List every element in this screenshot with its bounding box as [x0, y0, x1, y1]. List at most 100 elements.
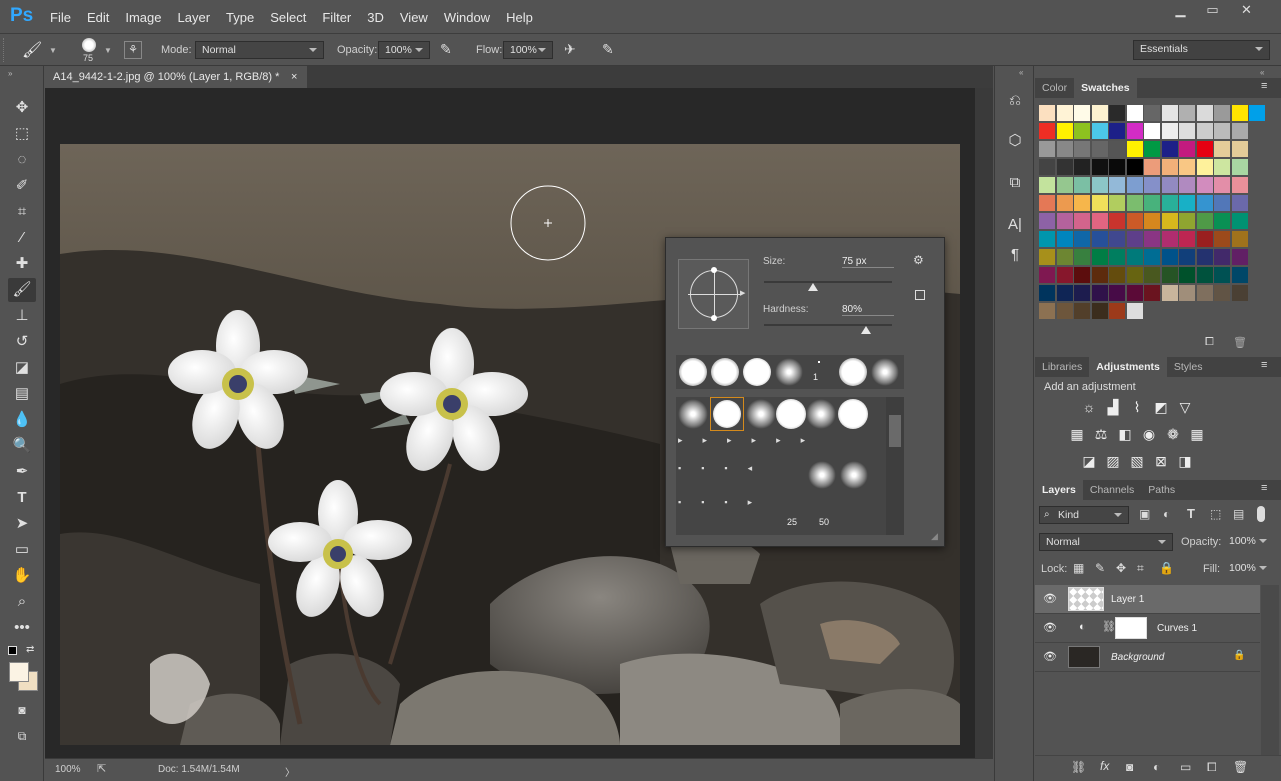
swatch[interactable] — [1109, 213, 1125, 229]
lock-all-icon[interactable]: 🔒 — [1159, 561, 1174, 575]
photo-filter-icon[interactable]: ◉ — [1140, 425, 1158, 443]
panel-menu-icon[interactable]: ≡ — [1261, 482, 1267, 494]
eyedropper-tool-icon[interactable]: ⁄ — [8, 226, 36, 250]
curves-icon[interactable]: ⌇ — [1128, 398, 1146, 416]
swatch[interactable] — [1126, 303, 1143, 319]
swatch[interactable] — [1126, 105, 1143, 121]
menu-filter[interactable]: Filter — [314, 10, 359, 25]
zoom-level[interactable]: 100% — [55, 764, 81, 775]
swatch[interactable] — [1109, 123, 1125, 139]
brush-preview-icon[interactable] — [82, 38, 96, 52]
swatch[interactable] — [1091, 285, 1108, 301]
chevron-down-icon[interactable]: ▼ — [104, 46, 112, 55]
menu-edit[interactable]: Edit — [79, 10, 117, 25]
swatch[interactable] — [1074, 159, 1090, 175]
swatch[interactable] — [1161, 105, 1178, 121]
new-swatch-icon[interactable]: ⧠ — [1205, 336, 1214, 349]
swatch[interactable] — [1056, 249, 1073, 265]
swatch[interactable] — [1109, 231, 1125, 247]
filter-kind-select[interactable]: ⌕ Kind — [1039, 506, 1129, 524]
menu-window[interactable]: Window — [436, 10, 498, 25]
swatch[interactable] — [1231, 249, 1248, 265]
swatch[interactable] — [1091, 105, 1108, 121]
swatch[interactable] — [1144, 285, 1160, 301]
swatch[interactable] — [1074, 195, 1090, 211]
tab-color[interactable]: Color — [1035, 78, 1074, 98]
swatch[interactable] — [1144, 267, 1160, 283]
hardness-value[interactable]: 80% — [842, 304, 894, 316]
eraser-tool-icon[interactable]: ◪ — [8, 356, 36, 380]
swatch[interactable] — [1249, 105, 1265, 121]
swatch[interactable] — [1074, 285, 1090, 301]
swatch[interactable] — [1196, 177, 1213, 193]
menu-type[interactable]: Type — [218, 10, 262, 25]
swatch[interactable] — [1214, 285, 1230, 301]
swatch[interactable] — [1056, 231, 1073, 247]
swatch[interactable] — [1231, 105, 1248, 121]
add-mask-icon[interactable]: ◙ — [1126, 760, 1133, 774]
swatch[interactable] — [1231, 213, 1248, 229]
swatch[interactable] — [1161, 177, 1178, 193]
workspace-select[interactable]: Essentials — [1133, 40, 1270, 60]
brush-tip[interactable] — [808, 461, 836, 489]
blur-tool-icon[interactable]: 💧 — [8, 408, 36, 432]
swatch[interactable] — [1214, 249, 1230, 265]
brush-panel-toggle-icon[interactable]: ⚘ — [124, 41, 142, 59]
status-menu-arrow-icon[interactable]: 〉 — [285, 764, 295, 779]
swatch[interactable] — [1039, 141, 1055, 157]
paragraph-panel-icon[interactable]: ¶ — [1001, 242, 1029, 268]
filter-type-icon[interactable]: T — [1187, 506, 1195, 521]
swatch[interactable] — [1091, 231, 1108, 247]
swatch[interactable] — [1144, 141, 1160, 157]
swatch[interactable] — [1109, 141, 1125, 157]
brush-angle-preview[interactable] — [678, 259, 749, 329]
brush-tip[interactable]: ▪▪▪◂ — [678, 463, 798, 485]
swatch[interactable] — [1109, 177, 1125, 193]
swatch[interactable] — [1126, 123, 1143, 139]
layer-mask-thumbnail[interactable] — [1115, 617, 1147, 639]
trash-icon[interactable]: 🗑 — [1233, 760, 1248, 774]
swatch[interactable] — [1126, 249, 1143, 265]
color-lookup-icon[interactable]: ▦ — [1188, 425, 1206, 443]
brush-tool-icon[interactable]: 🖌 — [8, 278, 36, 302]
exposure-icon[interactable]: ◩ — [1152, 398, 1170, 416]
menu-view[interactable]: View — [392, 10, 436, 25]
layer-name[interactable]: Layer 1 — [1111, 594, 1144, 605]
brush-tip[interactable] — [871, 358, 899, 386]
swatch[interactable] — [1161, 285, 1178, 301]
adjustment-layer-icon[interactable]: ◐ — [1153, 760, 1160, 774]
history-brush-tool-icon[interactable]: ↺ — [8, 330, 36, 354]
swatch[interactable] — [1196, 105, 1213, 121]
move-tool-icon[interactable]: ✥ — [8, 96, 36, 120]
chevron-down-icon[interactable]: ▼ — [49, 46, 57, 55]
swatch[interactable] — [1231, 195, 1248, 211]
type-tool-icon[interactable]: T — [8, 486, 36, 510]
swatch[interactable] — [1196, 213, 1213, 229]
swatch[interactable] — [1144, 177, 1160, 193]
swatch[interactable] — [1109, 105, 1125, 121]
swatch[interactable] — [1056, 159, 1073, 175]
swatch[interactable] — [1161, 141, 1178, 157]
brush-tip[interactable] — [818, 361, 820, 363]
swatch[interactable] — [1196, 285, 1213, 301]
size-slider-thumb[interactable] — [807, 283, 818, 291]
pressure-opacity-icon[interactable]: ✎ — [440, 41, 452, 58]
swatch[interactable] — [1179, 231, 1195, 247]
close-tab-icon[interactable]: × — [291, 66, 297, 88]
swatch[interactable] — [1091, 159, 1108, 175]
swatch[interactable] — [1196, 195, 1213, 211]
levels-icon[interactable]: ▟ — [1104, 398, 1122, 416]
visibility-eye-icon[interactable]: 👁 — [1043, 621, 1057, 634]
layer-row[interactable]: 👁 ◐ ⛓ Curves 1 — [1035, 614, 1260, 643]
swatch[interactable] — [1161, 249, 1178, 265]
size-slider[interactable] — [764, 281, 892, 283]
edit-toolbar-icon[interactable]: ••• — [8, 616, 36, 640]
menu-3d[interactable]: 3D — [359, 10, 392, 25]
swatch[interactable] — [1056, 195, 1073, 211]
pressure-size-icon[interactable]: ✎ — [602, 41, 614, 58]
opacity-field[interactable]: 100% — [378, 41, 430, 59]
panel-menu-icon[interactable]: ≡ — [1261, 80, 1267, 92]
lock-image-icon[interactable]: ✎ — [1095, 561, 1105, 575]
filter-smart-object-icon[interactable]: ▤ — [1233, 507, 1244, 521]
swatch[interactable] — [1231, 177, 1248, 193]
